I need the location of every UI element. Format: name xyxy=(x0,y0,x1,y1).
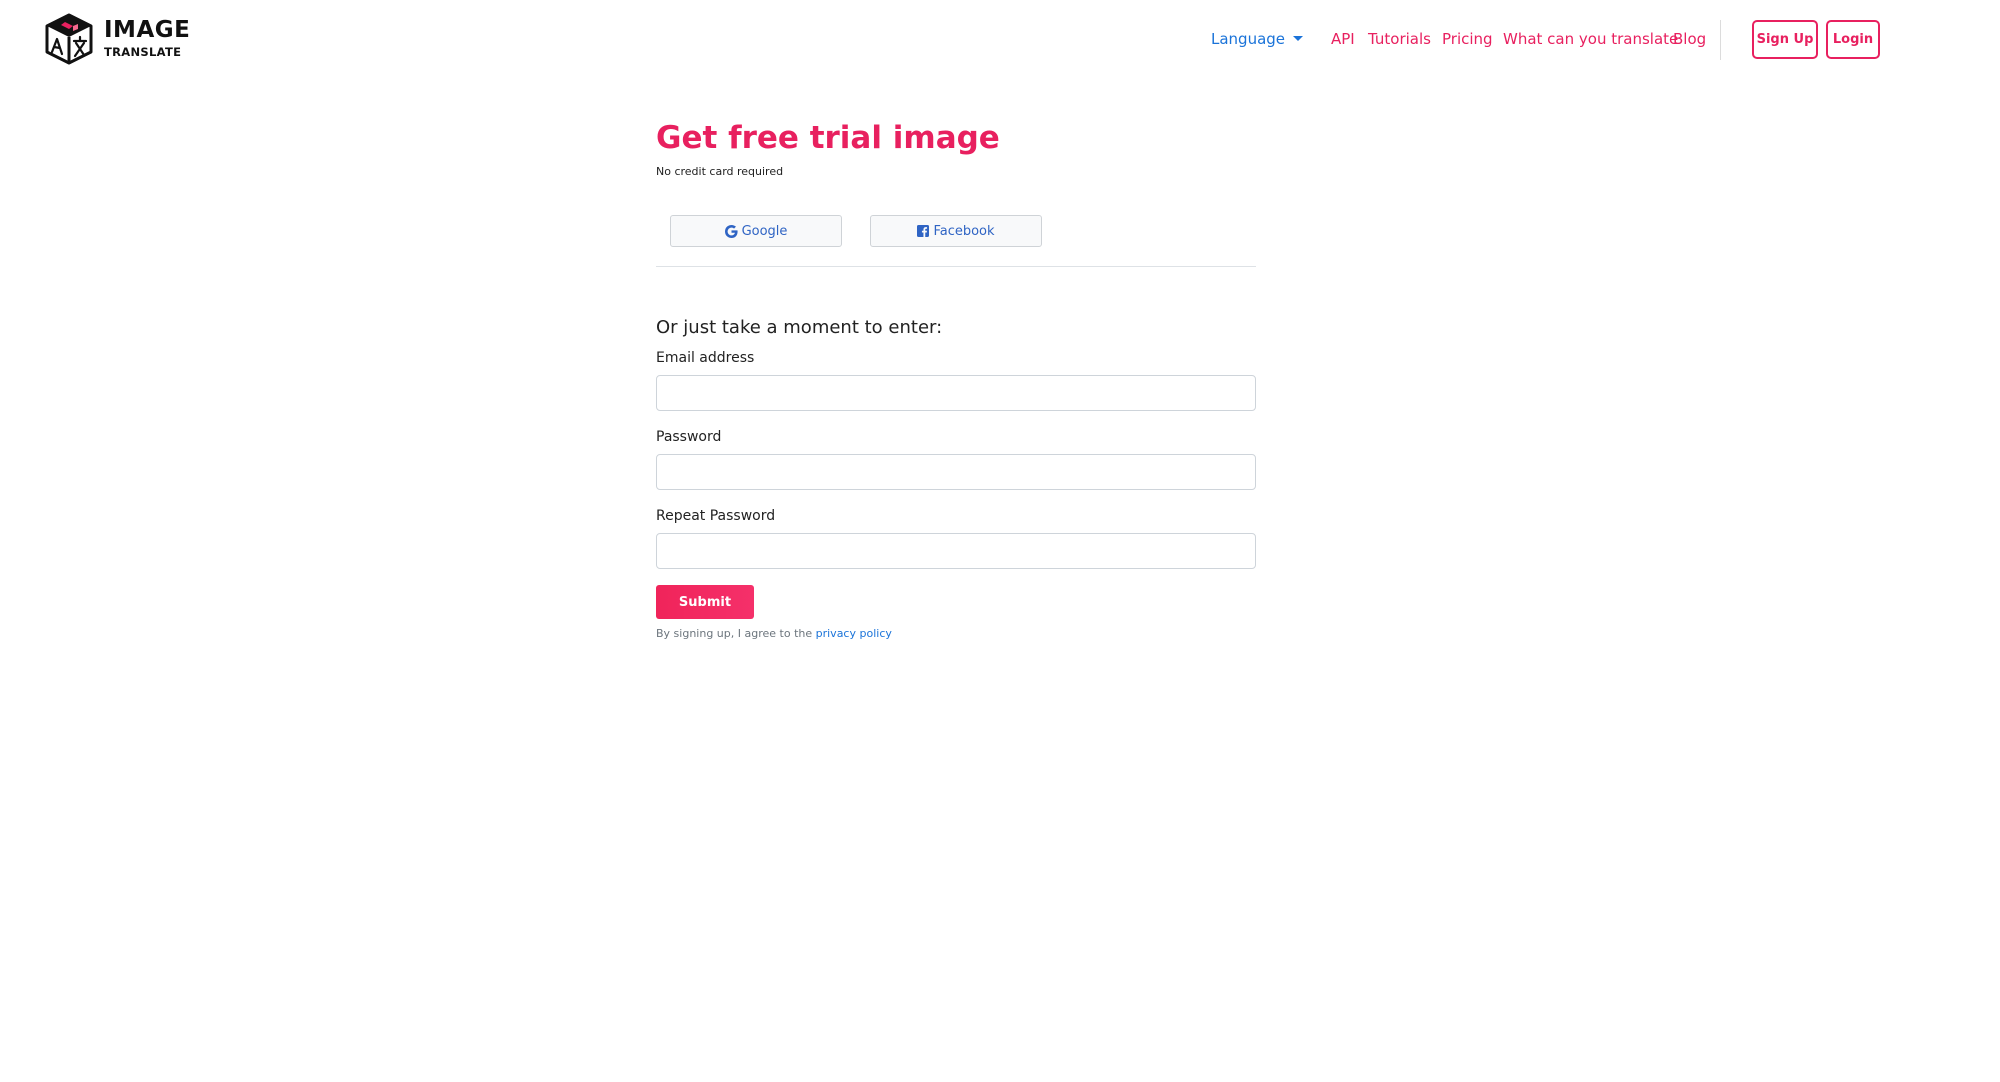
repeat-password-input[interactable] xyxy=(656,533,1256,570)
email-input[interactable] xyxy=(656,375,1256,412)
google-login-button[interactable]: Google xyxy=(670,215,842,248)
page-title: Get free trial image xyxy=(656,120,1000,156)
nav-link-what-can-you-translate[interactable]: What can you translate xyxy=(1503,30,1678,48)
password-input[interactable] xyxy=(656,454,1256,491)
repeat-password-label: Repeat Password xyxy=(656,508,776,525)
nav-link-tutorials[interactable]: Tutorials xyxy=(1368,30,1431,48)
sign-up-button[interactable]: Sign Up xyxy=(1752,20,1818,59)
language-dropdown[interactable]: Language xyxy=(1211,30,1304,48)
google-icon xyxy=(724,224,738,238)
subtitle: No credit card required xyxy=(656,165,784,179)
site-header: IMAGE TRANSLATE Language API Tutorials P… xyxy=(0,0,2000,80)
caret-down-icon xyxy=(1293,36,1304,41)
email-group: Email address xyxy=(656,350,1256,412)
password-label: Password xyxy=(656,429,722,446)
facebook-login-button[interactable]: Facebook xyxy=(870,215,1042,248)
signup-form-section: Get free trial image No credit card requ… xyxy=(656,120,1256,640)
privacy-policy-link[interactable]: privacy policy xyxy=(816,627,892,640)
submit-button[interactable]: Submit xyxy=(656,585,754,620)
password-group: Password xyxy=(656,429,1256,491)
email-label: Email address xyxy=(656,350,755,367)
facebook-label: Facebook xyxy=(933,223,995,239)
language-label: Language xyxy=(1211,30,1286,48)
terms-text: By signing up, I agree to the privacy po… xyxy=(656,627,1256,640)
repeat-password-group: Repeat Password xyxy=(656,508,1256,570)
social-login-row: Google Facebook xyxy=(656,215,1256,268)
login-button[interactable]: Login xyxy=(1826,20,1880,59)
google-label: Google xyxy=(741,223,788,239)
form-heading: Or just take a moment to enter: xyxy=(656,317,943,339)
facebook-icon xyxy=(917,225,930,238)
terms-prefix: By signing up, I agree to the xyxy=(656,627,816,641)
main-nav: Language API Tutorials Pricing What can … xyxy=(0,0,2000,80)
nav-link-blog[interactable]: Blog xyxy=(1673,30,1706,48)
nav-link-pricing[interactable]: Pricing xyxy=(1442,30,1493,48)
nav-link-api[interactable]: API xyxy=(1331,30,1355,48)
nav-divider xyxy=(1720,20,1721,60)
